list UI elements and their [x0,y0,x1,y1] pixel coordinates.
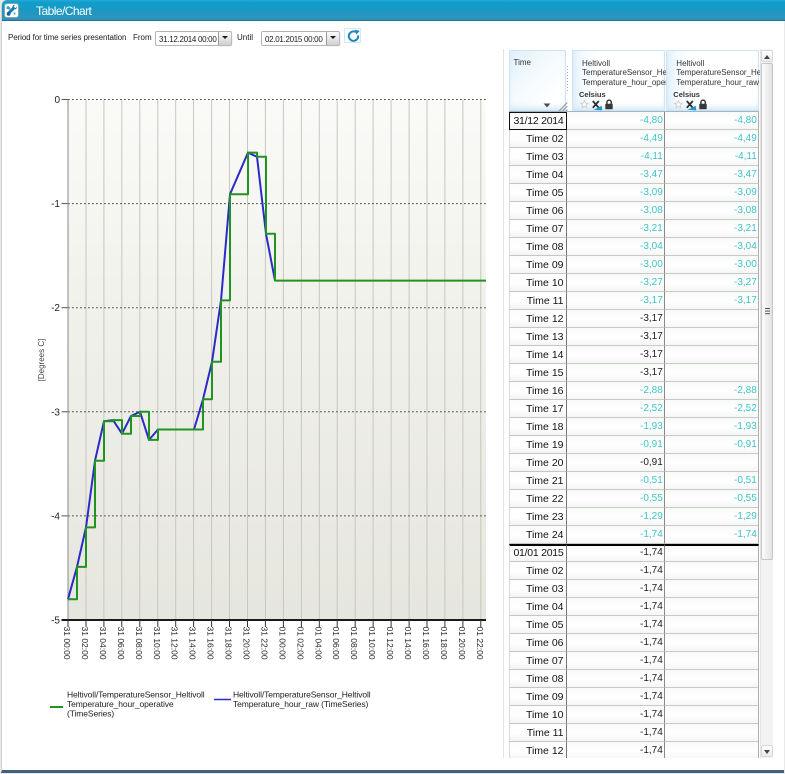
svg-text:01 08:00: 01 08:00 [349,627,359,660]
svg-text:31 02:00: 31 02:00 [80,627,90,660]
svg-text:01 02:00: 01 02:00 [295,627,305,660]
svg-text:31 06:00: 31 06:00 [116,627,126,660]
svg-text:01 00:00: 01 00:00 [277,627,287,660]
svg-text:31 00:00: 31 00:00 [62,627,72,660]
svg-text:01 18:00: 01 18:00 [439,627,449,660]
svg-text:(TimeSeries): (TimeSeries) [67,709,114,719]
svg-text:Heltivoll/TemperatureSensor_He: Heltivoll/TemperatureSensor_Heltivoll [67,690,205,700]
svg-text:31 16:00: 31 16:00 [206,627,216,660]
svg-text:-3: -3 [51,407,60,418]
svg-text:-1: -1 [51,199,60,210]
svg-text:31 18:00: 31 18:00 [224,627,234,660]
svg-text:-4: -4 [51,511,60,522]
svg-text:0: 0 [54,95,60,106]
svg-text:31 04:00: 31 04:00 [98,627,108,660]
svg-text:Temperature_hour_raw (TimeSeri: Temperature_hour_raw (TimeSeries) [233,699,369,709]
svg-text:01 10:00: 01 10:00 [367,627,377,660]
svg-text:31 10:00: 31 10:00 [152,627,162,660]
svg-text:01 22:00: 01 22:00 [475,627,485,660]
svg-text:01 12:00: 01 12:00 [385,627,395,660]
svg-text:01 14:00: 01 14:00 [403,627,413,660]
svg-text:01 20:00: 01 20:00 [457,627,467,660]
svg-text:01 06:00: 01 06:00 [331,627,341,660]
svg-text:-5: -5 [51,616,60,627]
svg-text:31 12:00: 31 12:00 [170,627,180,660]
svg-text:Temperature_hour_operative: Temperature_hour_operative [67,699,174,709]
svg-text:01 04:00: 01 04:00 [313,627,323,660]
svg-text:Heltivoll/TemperatureSensor_He: Heltivoll/TemperatureSensor_Heltivoll [233,690,371,700]
svg-text:31 14:00: 31 14:00 [188,627,198,660]
svg-text:31 20:00: 31 20:00 [242,627,252,660]
svg-text:-2: -2 [51,303,60,314]
svg-text:31 08:00: 31 08:00 [134,627,144,660]
svg-text:[Degrees C]: [Degrees C] [37,339,46,382]
svg-text:31 22:00: 31 22:00 [259,627,269,660]
svg-text:01 16:00: 01 16:00 [421,627,431,660]
